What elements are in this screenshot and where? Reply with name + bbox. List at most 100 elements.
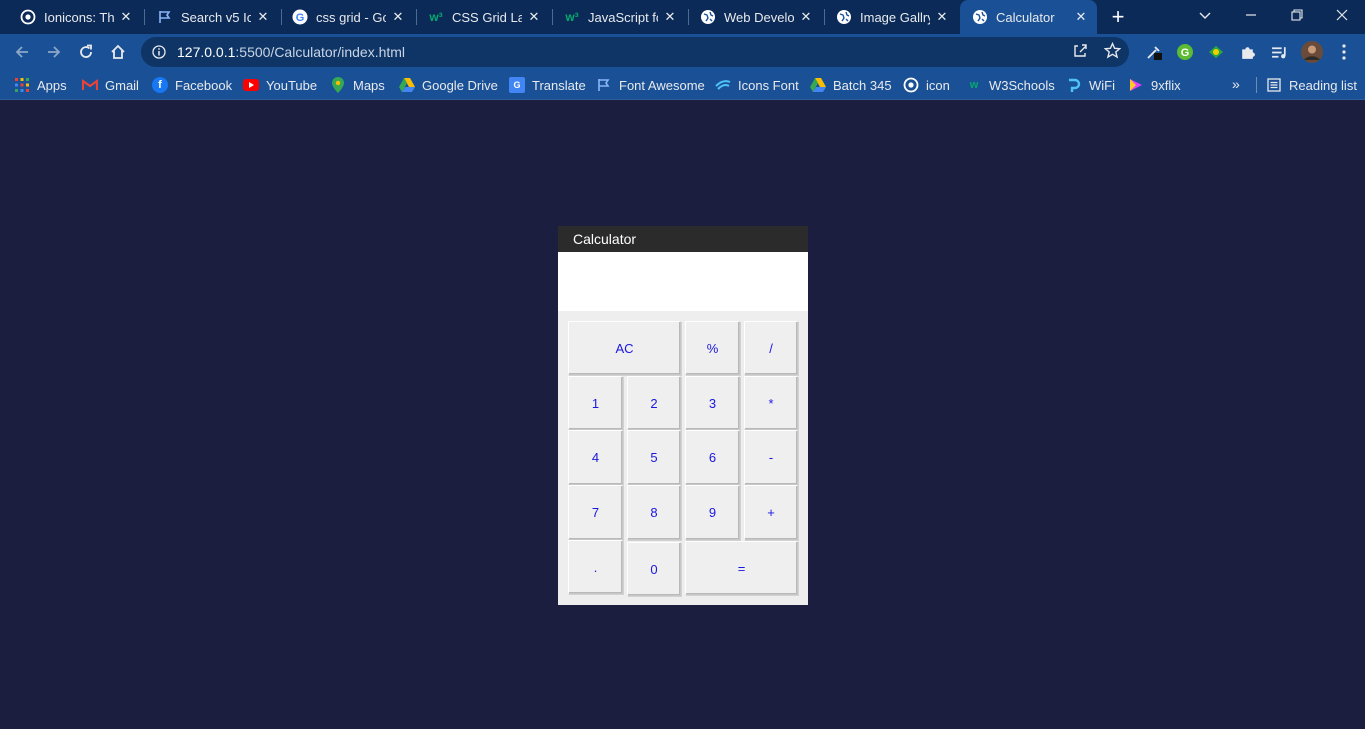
key-clear[interactable]: AC (568, 321, 681, 375)
close-icon[interactable]: ✕ (934, 9, 950, 25)
bookmark-maps[interactable]: Maps (330, 75, 385, 95)
drive-icon (399, 77, 415, 93)
bookmark-facebook[interactable]: f Facebook (152, 75, 232, 95)
browser-toolbar: 127.0.0.1:5500/Calculator/index.html G (0, 34, 1365, 70)
tab-ionicons[interactable]: Ionicons: The ✕ (8, 0, 142, 34)
bookmark-icons-font[interactable]: Icons Font (715, 75, 799, 95)
key-6[interactable]: 6 (685, 430, 740, 485)
key-subtract[interactable]: - (744, 430, 798, 485)
minimize-icon (1246, 14, 1256, 16)
key-2[interactable]: 2 (627, 376, 681, 430)
bookmark-google-drive[interactable]: Google Drive (399, 75, 498, 95)
bookmark-gmail[interactable]: Gmail (82, 75, 139, 95)
minimize-button[interactable] (1228, 0, 1274, 30)
bookmark-9xflix[interactable]: 9xflix (1128, 75, 1181, 95)
close-icon[interactable]: ✕ (798, 9, 814, 25)
key-8[interactable]: 8 (627, 485, 681, 540)
tab-strip: Ionicons: The ✕ Search v5 Icon ✕ G css g… (0, 0, 1365, 34)
bookmark-star-icon[interactable] (1103, 41, 1121, 59)
bookmark-label: WiFi (1089, 77, 1115, 93)
key-add[interactable]: + (744, 485, 798, 540)
tab-title: Web Develop (724, 9, 794, 25)
close-icon[interactable]: ✕ (390, 9, 406, 25)
youtube-icon (243, 77, 259, 93)
tab-web-developer[interactable]: Web Develop ✕ (688, 0, 822, 34)
forward-button[interactable] (40, 38, 68, 66)
more-bookmarks-chevron-icon[interactable]: » (1232, 76, 1240, 92)
bookmark-label: Apps (37, 77, 67, 93)
bookmark-label: Translate (532, 77, 586, 93)
tab-title: CSS Grid Layo (452, 9, 522, 25)
close-icon[interactable]: ✕ (526, 9, 542, 25)
tab-javascript[interactable]: w³ JavaScript for ✕ (552, 0, 686, 34)
key-7[interactable]: 7 (568, 485, 623, 540)
key-1[interactable]: 1 (568, 376, 623, 430)
bookmark-youtube[interactable]: YouTube (243, 75, 317, 95)
close-icon[interactable]: ✕ (662, 9, 678, 25)
reading-list-icon (1266, 77, 1282, 93)
media-playlist-icon[interactable] (1269, 42, 1289, 62)
key-decimal[interactable]: . (568, 540, 623, 594)
tab-css-grid-layout[interactable]: w³ CSS Grid Layo ✕ (416, 0, 550, 34)
grammarly-extension-icon[interactable]: G (1175, 42, 1195, 62)
flag-icon (157, 9, 173, 25)
key-3[interactable]: 3 (685, 376, 740, 430)
flag-icon (596, 77, 612, 93)
bookmark-label: W3Schools (989, 77, 1055, 93)
back-button[interactable] (8, 38, 36, 66)
translate-icon: G (509, 77, 525, 93)
extensions-puzzle-icon[interactable] (1237, 42, 1257, 62)
restore-button[interactable] (1274, 0, 1320, 30)
key-9[interactable]: 9 (685, 485, 740, 540)
address-bar[interactable]: 127.0.0.1:5500/Calculator/index.html (141, 37, 1129, 67)
bookmark-apps[interactable]: Apps (14, 75, 67, 95)
key-0[interactable]: 0 (627, 542, 681, 596)
close-window-button[interactable] (1319, 0, 1365, 30)
w3schools-icon: w³ (565, 10, 579, 24)
reload-button[interactable] (72, 38, 100, 66)
bookmark-label: Google Drive (422, 77, 498, 93)
tab-search-button[interactable] (1182, 0, 1228, 30)
w3schools-icon: w (969, 79, 979, 91)
bookmark-translate[interactable]: G Translate (509, 75, 586, 95)
bookmark-label: YouTube (266, 77, 318, 93)
share-icon[interactable] (1071, 41, 1089, 59)
apps-grid-icon (14, 77, 30, 93)
close-icon[interactable]: ✕ (255, 9, 271, 25)
new-tab-button[interactable]: + (1106, 4, 1130, 29)
bookmark-w3schools[interactable]: w W3Schools (966, 75, 1055, 95)
key-5[interactable]: 5 (627, 430, 681, 485)
w3schools-icon: w³ (429, 10, 443, 24)
calculator: Calculator AC % / 1 2 3 * 4 5 6 - 7 8 9 … (558, 226, 808, 605)
bookmark-label: Font Awesome (619, 77, 705, 93)
colorpick-extension-icon[interactable] (1206, 42, 1226, 62)
home-button[interactable] (104, 38, 132, 66)
bookmark-wifi[interactable]: WiFi (1066, 75, 1115, 95)
key-multiply[interactable]: * (744, 376, 798, 430)
bookmark-label: Batch 345 (833, 77, 892, 93)
tab-image-gallery[interactable]: Image Gallry ✕ (824, 0, 958, 34)
bookmarks-divider (1256, 77, 1257, 93)
bookmark-icon[interactable]: icon (903, 75, 950, 95)
reading-list-button[interactable]: Reading list (1266, 75, 1357, 95)
eyedropper-extension-icon[interactable] (1144, 42, 1164, 62)
url-text: 127.0.0.1:5500/Calculator/index.html (177, 44, 405, 60)
tab-search-icons[interactable]: Search v5 Icon ✕ (145, 0, 279, 34)
close-icon[interactable]: ✕ (1073, 9, 1089, 25)
key-4[interactable]: 4 (568, 430, 623, 485)
ionicons-icon (903, 77, 919, 93)
tab-title: JavaScript for (588, 9, 658, 25)
kebab-menu-icon[interactable] (1334, 42, 1354, 62)
close-icon[interactable]: ✕ (118, 9, 134, 25)
tab-calculator[interactable]: Calculator ✕ (960, 0, 1097, 34)
bookmark-font-awesome[interactable]: Font Awesome (596, 75, 705, 95)
key-equals[interactable]: = (685, 541, 798, 595)
key-divide[interactable]: / (744, 321, 798, 375)
tab-css-grid-google[interactable]: G css grid - Goo ✕ (280, 0, 414, 34)
key-percent[interactable]: % (685, 321, 740, 375)
bookmark-batch-345[interactable]: Batch 345 (810, 75, 892, 95)
calculator-keypad: AC % / 1 2 3 * 4 5 6 - 7 8 9 + . 0 = (568, 321, 798, 596)
profile-avatar[interactable] (1301, 41, 1323, 63)
info-icon[interactable] (151, 44, 167, 60)
svg-text:G: G (1181, 47, 1190, 59)
